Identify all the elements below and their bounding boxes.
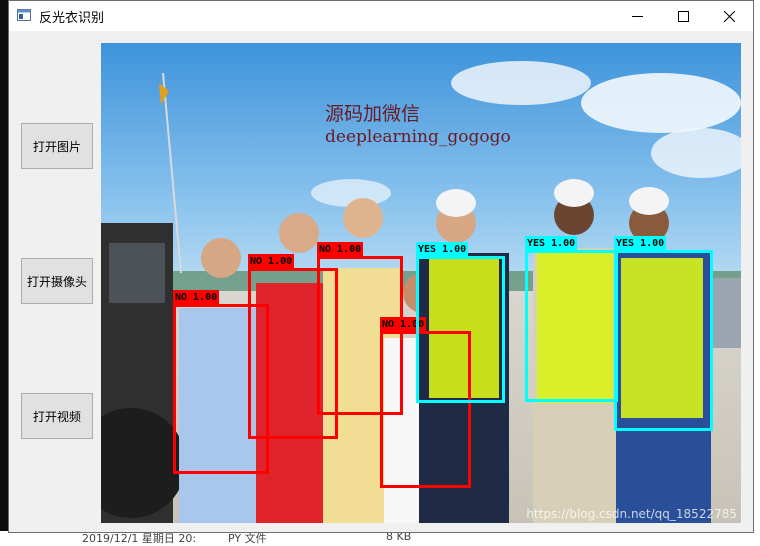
detection-image: 源码加微信 deeplearning_gogogo NO 1.00 NO 1.0… xyxy=(101,43,741,523)
minimize-icon xyxy=(631,15,643,17)
close-button[interactable] xyxy=(706,1,752,31)
watermark-line-2: deeplearning_gogogo xyxy=(325,127,511,147)
detection-label: YES 1.00 xyxy=(525,236,578,251)
open-camera-button[interactable]: 打开摄像头 xyxy=(21,258,93,304)
detection-box: YES 1.00 xyxy=(525,236,618,402)
watermark-line-1: 源码加微信 xyxy=(325,103,421,125)
window-title: 反光衣识别 xyxy=(39,11,105,26)
open-image-button[interactable]: 打开图片 xyxy=(21,123,93,169)
detection-label: YES 1.00 xyxy=(416,242,469,257)
detection-label: YES 1.00 xyxy=(614,236,667,251)
app-icon xyxy=(17,9,31,21)
detection-box: YES 1.00 xyxy=(614,236,713,431)
title-bar: 反光衣识别 xyxy=(9,1,753,31)
background-console xyxy=(0,0,8,542)
detection-label: NO 1.00 xyxy=(173,290,220,305)
open-video-button[interactable]: 打开视频 xyxy=(21,393,93,439)
detection-label: NO 1.00 xyxy=(317,242,364,257)
maximize-button[interactable] xyxy=(660,1,706,31)
app-window: 反光衣识别 打开图片 打开摄像头 打开视频 源码加微信 deeplearning… xyxy=(8,0,754,533)
detection-label: NO 1.00 xyxy=(248,254,295,269)
minimize-button[interactable] xyxy=(614,1,660,31)
csdn-watermark: https://blog.csdn.net/qq_18522785 xyxy=(526,507,737,521)
close-icon xyxy=(723,10,735,22)
maximize-icon xyxy=(677,10,689,22)
detection-box: YES 1.00 xyxy=(416,242,505,403)
